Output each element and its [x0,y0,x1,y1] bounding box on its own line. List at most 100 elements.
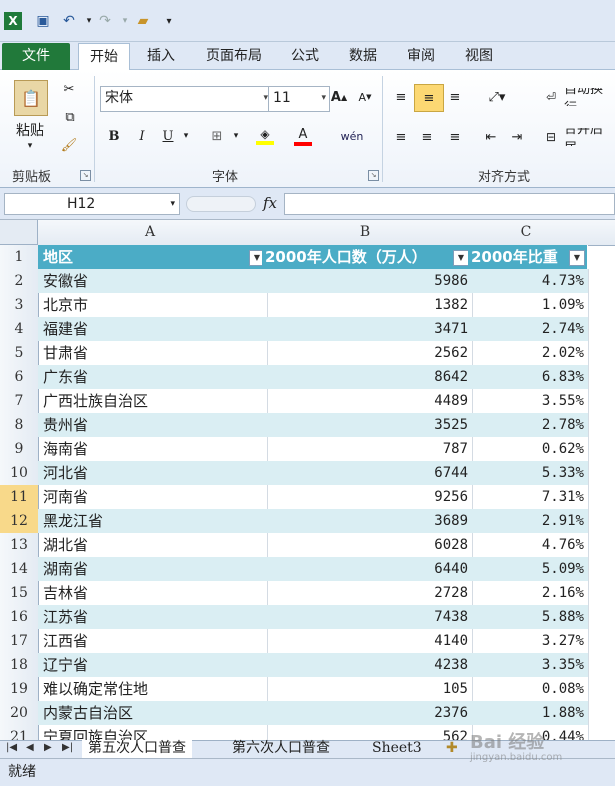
cell-share[interactable]: 0.08% [468,677,589,702]
cell-region[interactable]: 湖北省 [38,533,268,558]
last-sheet-icon[interactable]: ▶| [62,742,73,753]
cell-region[interactable]: 广东省 [38,365,268,390]
row-header[interactable]: 3 [0,293,39,318]
cell-population[interactable]: 3525 [262,413,473,438]
insert-function-icon[interactable]: fx [258,194,282,214]
row-header[interactable]: 9 [0,437,39,462]
chevron-down-icon[interactable]: ▾ [170,194,175,214]
tab-formulas[interactable]: 公式 [282,43,328,70]
cell-share[interactable]: 4.73% [468,269,589,294]
tab-data[interactable]: 数据 [340,43,386,70]
tab-home[interactable]: 开始 [78,43,130,71]
save-icon[interactable]: ▣ [34,12,52,30]
merge-center-icon[interactable]: ⊟ [542,128,560,146]
cell-region[interactable]: 江西省 [38,629,268,654]
chevron-down-icon[interactable]: ▾ [230,128,242,144]
cell-population[interactable]: 3689 [262,509,473,534]
tab-view[interactable]: 视图 [456,43,502,70]
cell-population[interactable]: 4238 [262,653,473,678]
select-all-corner[interactable] [0,220,38,245]
cell-share[interactable]: 4.76% [468,533,589,558]
customize-icon[interactable]: ▾ [160,12,178,30]
row-header[interactable]: 8 [0,413,39,438]
cell-population[interactable]: 3471 [262,317,473,342]
bold-button[interactable]: B [104,126,124,146]
row-header[interactable]: 1 [0,245,39,270]
cell-share[interactable]: 2.02% [468,341,589,366]
row-header[interactable]: 10 [0,461,39,486]
table-header-population[interactable]: 2000年人口数（万人） ▼ [262,245,472,270]
cell-region[interactable]: 江苏省 [38,605,268,630]
open-folder-icon[interactable]: ▰ [134,12,152,30]
prev-sheet-icon[interactable]: ◀ [26,742,34,753]
cell-share[interactable]: 5.33% [468,461,589,486]
row-header[interactable]: 21 [0,725,39,740]
row-header[interactable]: 16 [0,605,39,630]
cut-icon[interactable]: ✂ [60,80,78,98]
tab-insert[interactable]: 插入 [138,43,184,70]
cell-region[interactable]: 甘肃省 [38,341,268,366]
cell-region[interactable]: 难以确定常住地 [38,677,268,702]
cell-share[interactable]: 2.91% [468,509,589,534]
cell-population[interactable]: 6440 [262,557,473,582]
row-header[interactable]: 20 [0,701,39,726]
cell-region[interactable]: 湖南省 [38,557,268,582]
cell-region[interactable]: 广西壮族自治区 [38,389,268,414]
cell-population[interactable]: 5986 [262,269,473,294]
tab-page-layout[interactable]: 页面布局 [196,43,272,70]
cell-share[interactable]: 2.74% [468,317,589,342]
cell-region[interactable]: 海南省 [38,437,268,462]
decrease-indent-icon[interactable]: ⇤ [482,128,500,146]
grow-font-icon[interactable]: A ▲ [330,88,348,106]
tab-review[interactable]: 审阅 [398,43,444,70]
row-header[interactable]: 12 [0,509,39,534]
undo-icon[interactable]: ↶ [60,12,78,30]
row-header[interactable]: 5 [0,341,39,366]
align-left-icon[interactable]: ≡ [392,128,410,146]
cell-share[interactable]: 0.62% [468,437,589,462]
cell-share[interactable]: 2.16% [468,581,589,606]
row-header[interactable]: 6 [0,365,39,390]
cell-region[interactable]: 贵州省 [38,413,268,438]
cell-population[interactable]: 2728 [262,581,473,606]
sheet-tab-sheet3[interactable]: Sheet3 [366,740,428,758]
cell-population[interactable]: 8642 [262,365,473,390]
column-header-d[interactable] [584,220,615,246]
chevron-down-icon[interactable]: ▾ [180,128,192,144]
row-header[interactable]: 19 [0,677,39,702]
sheet-tab-5th-census[interactable]: 第五次人口普查 [82,740,192,758]
first-sheet-icon[interactable]: |◀ [6,742,17,753]
cell-region[interactable]: 安徽省 [38,269,268,294]
row-header[interactable]: 11 [0,485,39,510]
paste-button[interactable]: 粘贴 [10,120,50,140]
formula-input[interactable] [284,193,615,215]
cell-population[interactable]: 562 [262,725,473,740]
column-header-a[interactable]: A [38,220,263,246]
cell-share[interactable]: 6.83% [468,365,589,390]
row-header[interactable]: 14 [0,557,39,582]
cell-region[interactable]: 福建省 [38,317,268,342]
cell-share[interactable]: 3.35% [468,653,589,678]
orientation-icon[interactable]: ⤢▾ [484,88,510,106]
font-name-combo[interactable]: 宋体 ▾ [100,86,272,112]
cell-population[interactable]: 787 [262,437,473,462]
tab-file[interactable]: 文件 [2,43,70,70]
font-color-icon[interactable]: A [292,124,314,148]
increase-indent-icon[interactable]: ⇥ [508,128,526,146]
column-header-b[interactable]: B [262,220,469,246]
paste-icon[interactable]: 📋 [14,80,48,116]
cell-share[interactable]: 3.27% [468,629,589,654]
wrap-text-button[interactable]: 自动换行 [564,88,615,106]
cell-population[interactable]: 2376 [262,701,473,726]
cell-share[interactable]: 5.09% [468,557,589,582]
underline-button[interactable]: U [158,126,178,146]
phonetic-icon[interactable]: wén [340,124,364,148]
cell-population[interactable]: 6028 [262,533,473,558]
redo-icon[interactable]: ↷ [96,12,114,30]
align-bottom-icon[interactable]: ≡ [446,88,464,106]
cell-population[interactable]: 1382 [262,293,473,318]
shrink-font-icon[interactable]: A ▼ [356,88,374,106]
cell-region[interactable]: 河南省 [38,485,268,510]
sheet-tab-6th-census[interactable]: 第六次人口普查 [226,740,336,758]
align-middle-icon[interactable]: ≡ [414,84,444,112]
